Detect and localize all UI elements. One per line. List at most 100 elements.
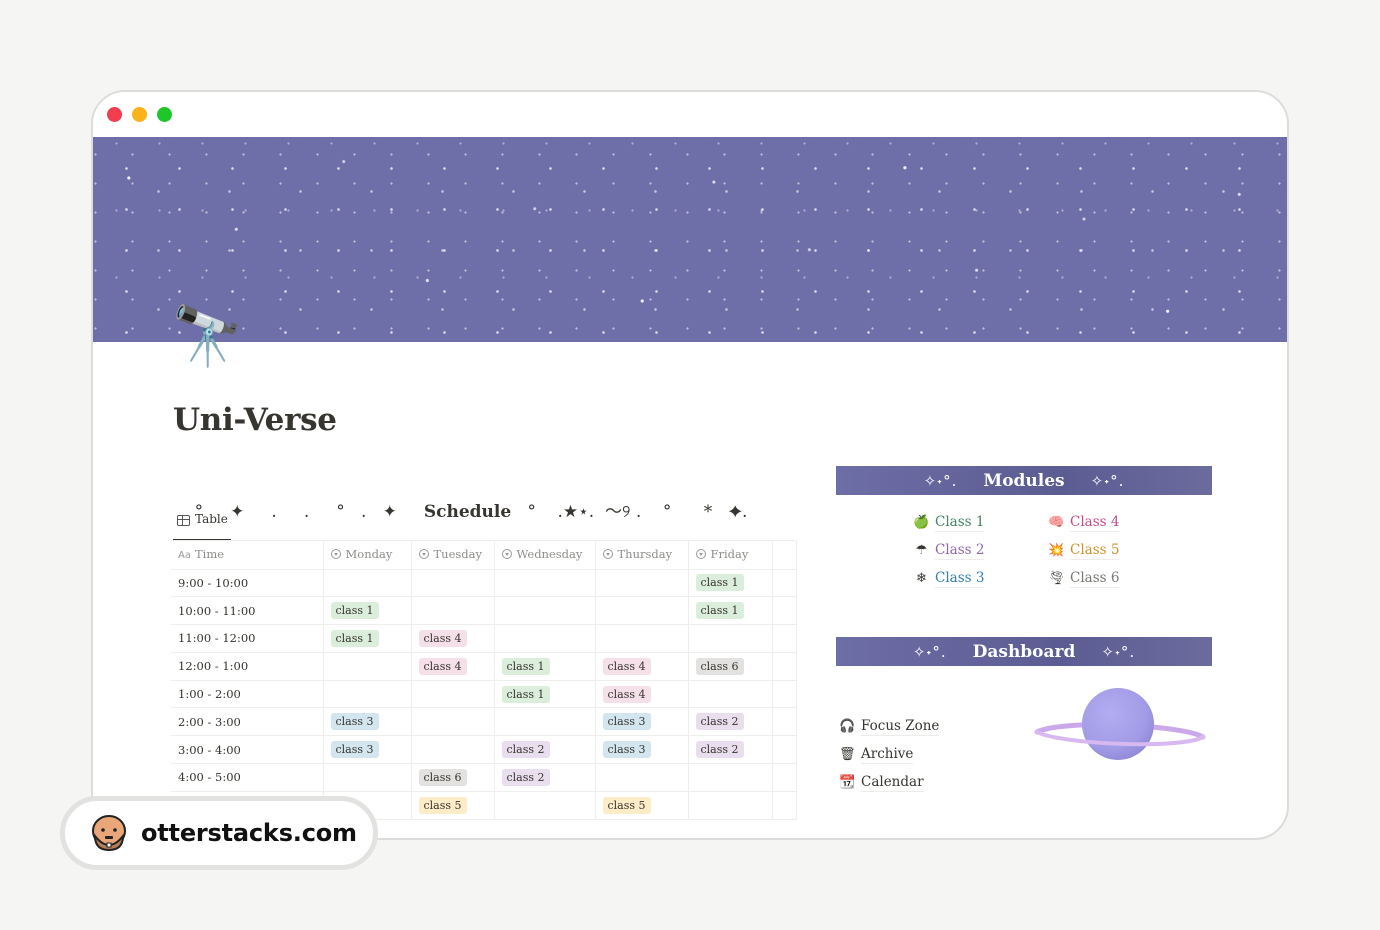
day-cell[interactable]: class 1 bbox=[323, 596, 412, 626]
class-tag[interactable]: class 4 bbox=[418, 629, 467, 647]
table-row[interactable]: 10:00 - 11:00 class 1 class 1 bbox=[171, 596, 797, 626]
watermark-badge[interactable]: otterstacks.com bbox=[60, 796, 378, 870]
time-cell[interactable]: 9:00 - 10:00 bbox=[171, 569, 324, 598]
table-row[interactable]: 1:00 - 2:00 class 1 class 4 bbox=[171, 680, 797, 709]
day-cell[interactable]: class 1 bbox=[688, 596, 773, 626]
class-tag[interactable]: class 4 bbox=[418, 657, 467, 675]
class-tag[interactable]: class 3 bbox=[602, 713, 651, 731]
day-cell[interactable]: class 5 bbox=[595, 791, 689, 820]
column-header-thursday[interactable]: Thursday bbox=[595, 540, 689, 570]
dashboard-link-archive[interactable]: 🗑 Archive bbox=[839, 740, 939, 768]
cover-image-starry-sky[interactable] bbox=[93, 137, 1287, 342]
day-cell[interactable] bbox=[595, 596, 689, 626]
class-tag[interactable]: class 2 bbox=[695, 741, 744, 759]
module-link-class-5[interactable]: 💥 Class 5 bbox=[1048, 541, 1148, 560]
time-cell[interactable]: 12:00 - 1:00 bbox=[171, 652, 324, 681]
day-cell[interactable]: class 2 bbox=[688, 735, 773, 765]
day-cell[interactable] bbox=[323, 569, 412, 598]
day-cell[interactable]: class 4 bbox=[411, 624, 495, 653]
day-cell[interactable] bbox=[688, 791, 773, 820]
day-cell[interactable]: class 6 bbox=[688, 652, 773, 681]
day-cell[interactable] bbox=[323, 680, 412, 709]
column-header-wednesday[interactable]: Wednesday bbox=[494, 540, 596, 570]
add-column-header[interactable] bbox=[772, 540, 797, 570]
day-cell[interactable]: class 1 bbox=[323, 624, 412, 653]
table-row[interactable]: 2:00 - 3:00 class 3 class 3 class 2 bbox=[171, 707, 797, 737]
day-cell[interactable]: class 5 bbox=[411, 791, 495, 820]
day-cell[interactable]: class 3 bbox=[595, 735, 689, 765]
column-header-time[interactable]: Aa Time bbox=[171, 540, 324, 570]
time-cell[interactable]: 3:00 - 4:00 bbox=[171, 735, 324, 765]
day-cell[interactable]: class 1 bbox=[494, 652, 596, 681]
class-tag[interactable]: class 1 bbox=[330, 602, 379, 620]
day-cell[interactable] bbox=[411, 707, 495, 737]
day-cell[interactable]: class 3 bbox=[323, 707, 412, 737]
page-title[interactable]: Uni-Verse bbox=[173, 402, 337, 438]
day-cell[interactable] bbox=[494, 707, 596, 737]
class-tag[interactable]: class 4 bbox=[602, 657, 651, 675]
time-cell[interactable]: 4:00 - 5:00 bbox=[171, 763, 324, 792]
day-cell[interactable]: class 3 bbox=[595, 707, 689, 737]
dashboard-link-focus-zone[interactable]: 🎧 Focus Zone bbox=[839, 712, 940, 740]
day-cell[interactable] bbox=[494, 791, 596, 820]
day-cell[interactable] bbox=[411, 680, 495, 709]
class-tag[interactable]: class 5 bbox=[418, 796, 467, 814]
class-tag[interactable]: class 1 bbox=[501, 657, 550, 675]
day-cell[interactable]: class 3 bbox=[323, 735, 412, 765]
day-cell[interactable] bbox=[494, 624, 596, 653]
table-row[interactable]: 4:00 - 5:00 class 6 class 2 bbox=[171, 763, 797, 792]
column-header-tuesday[interactable]: Tuesday bbox=[411, 540, 495, 570]
dashboard-link-calendar[interactable]: 📆 Calendar bbox=[839, 768, 939, 796]
class-tag[interactable]: class 5 bbox=[602, 796, 651, 814]
day-cell[interactable] bbox=[595, 624, 689, 653]
time-cell[interactable]: 10:00 - 11:00 bbox=[171, 596, 324, 626]
day-cell[interactable]: class 4 bbox=[595, 680, 689, 709]
table-row[interactable]: 3:00 - 4:00 class 3 class 2 class 3 class 2 bbox=[171, 735, 797, 765]
column-header-monday[interactable]: Monday bbox=[323, 540, 412, 570]
day-cell[interactable]: class 1 bbox=[688, 569, 773, 598]
class-tag[interactable]: class 1 bbox=[501, 685, 550, 703]
day-cell[interactable]: class 6 bbox=[411, 763, 495, 792]
telescope-icon[interactable]: 🔭 bbox=[171, 307, 243, 365]
class-tag[interactable]: class 1 bbox=[330, 629, 379, 647]
day-cell[interactable] bbox=[494, 596, 596, 626]
view-tab-table[interactable]: Table bbox=[173, 512, 231, 541]
day-cell[interactable] bbox=[494, 569, 596, 598]
class-tag[interactable]: class 1 bbox=[695, 602, 744, 620]
class-tag[interactable]: class 6 bbox=[418, 768, 467, 786]
table-row[interactable]: 9:00 - 10:00 class 1 bbox=[171, 569, 797, 598]
close-window-button[interactable] bbox=[107, 107, 122, 122]
module-link-class-6[interactable]: 🌪 Class 6 bbox=[1048, 569, 1148, 588]
class-tag[interactable]: class 3 bbox=[330, 741, 379, 759]
day-cell[interactable]: class 2 bbox=[688, 707, 773, 737]
day-cell[interactable]: class 2 bbox=[494, 735, 596, 765]
column-header-friday[interactable]: Friday bbox=[688, 540, 773, 570]
day-cell[interactable] bbox=[323, 763, 412, 792]
class-tag[interactable]: class 4 bbox=[602, 685, 651, 703]
maximize-window-button[interactable] bbox=[157, 107, 172, 122]
day-cell[interactable] bbox=[411, 569, 495, 598]
time-cell[interactable]: 11:00 - 12:00 bbox=[171, 624, 324, 653]
table-row[interactable]: 12:00 - 1:00 class 4 class 1 class 4 class 6 bbox=[171, 652, 797, 681]
day-cell[interactable] bbox=[688, 763, 773, 792]
class-tag[interactable]: class 3 bbox=[602, 741, 651, 759]
time-cell[interactable]: 1:00 - 2:00 bbox=[171, 680, 324, 709]
module-link-class-4[interactable]: 🧠 Class 4 bbox=[1048, 513, 1148, 532]
minimize-window-button[interactable] bbox=[132, 107, 147, 122]
time-cell[interactable]: 2:00 - 3:00 bbox=[171, 707, 324, 737]
day-cell[interactable]: class 1 bbox=[494, 680, 596, 709]
module-link-class-2[interactable]: ☂ Class 2 bbox=[913, 541, 1048, 560]
class-tag[interactable]: class 2 bbox=[501, 741, 550, 759]
class-tag[interactable]: class 2 bbox=[695, 713, 744, 731]
day-cell[interactable] bbox=[688, 624, 773, 653]
class-tag[interactable]: class 3 bbox=[330, 713, 379, 731]
day-cell[interactable]: class 4 bbox=[595, 652, 689, 681]
day-cell[interactable]: class 2 bbox=[494, 763, 596, 792]
day-cell[interactable] bbox=[595, 763, 689, 792]
day-cell[interactable] bbox=[411, 596, 495, 626]
module-link-class-1[interactable]: 🍏 Class 1 bbox=[913, 513, 1048, 532]
class-tag[interactable]: class 6 bbox=[695, 657, 744, 675]
day-cell[interactable] bbox=[411, 735, 495, 765]
day-cell[interactable] bbox=[595, 569, 689, 598]
module-link-class-3[interactable]: ❄ Class 3 bbox=[913, 569, 1048, 588]
